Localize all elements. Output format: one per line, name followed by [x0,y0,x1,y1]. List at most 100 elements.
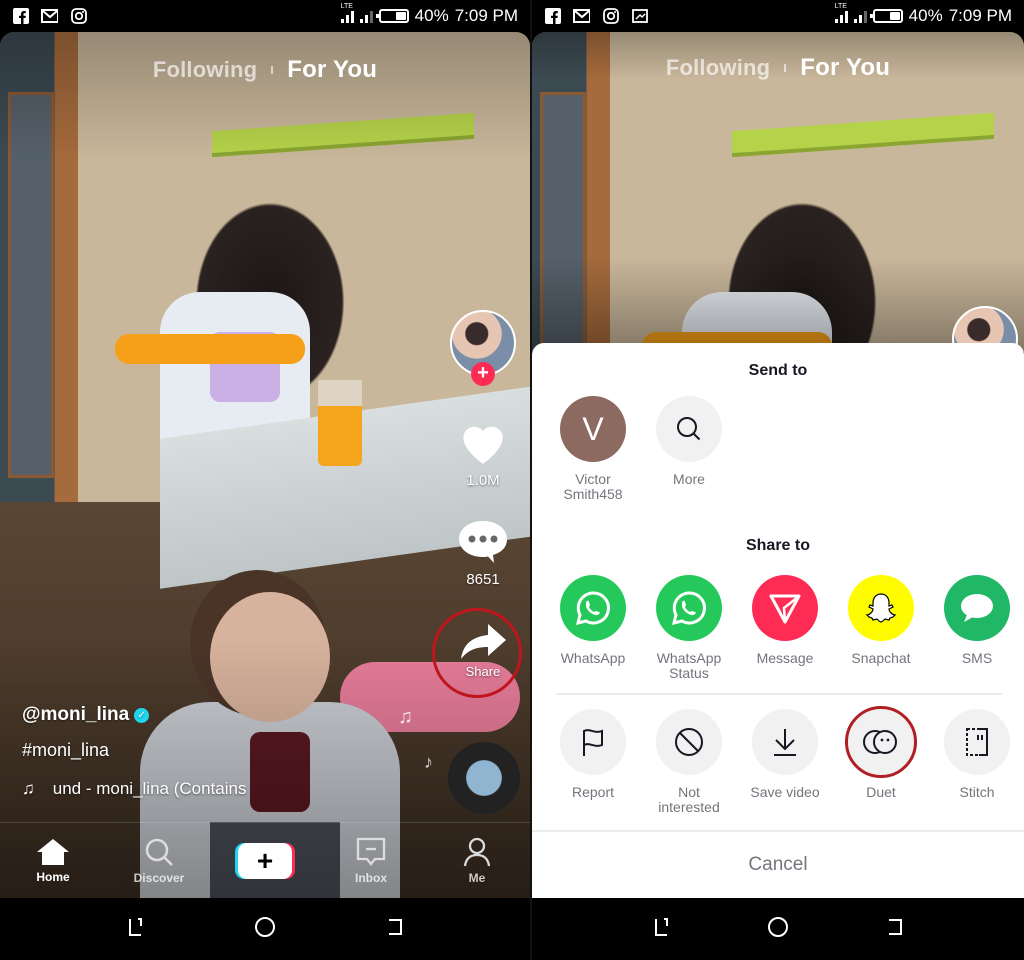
more-label: More [673,471,705,487]
video-caption: @moni_lina ✓ #moni_lina ♫ und - moni_lina … [22,704,246,799]
battery-icon [869,9,903,23]
home-icon [37,838,69,865]
nav-home[interactable]: Home [18,838,88,884]
floating-note-icon: ♪ [424,752,433,772]
contact-name-line2: Smith458 [563,486,623,502]
facebook-icon [544,8,561,25]
screen-cast-icon [631,8,648,25]
battery-percent: 40% [414,6,449,25]
share-snapchat[interactable]: Snapchat [848,575,914,681]
back-button[interactable] [384,916,406,943]
inbox-icon [356,837,386,866]
not-interested-circle [656,709,722,775]
report-circle [560,709,626,775]
tab-for-you[interactable]: For You [800,54,890,82]
lte-signal-icon: LTE [340,3,354,23]
share-message[interactable]: Message [752,575,818,681]
action-save-video[interactable]: Save video [750,709,820,815]
stitch-icon [966,728,988,756]
battery-percent: 40% [908,6,943,25]
whatsapp-label: WhatsApp [560,650,626,666]
not-interested-line2: interested [658,799,720,815]
comment-button[interactable]: 8651 [456,519,510,588]
share-sheet: Send to V Victor Smith458 More Share to W… [532,343,1024,898]
save-video-circle [752,709,818,775]
home-system-button[interactable] [767,916,789,943]
left-screen: LTE 40% 7:09 PM Following For You + 1.0M [0,0,530,960]
nav-me[interactable]: Me [442,837,512,885]
action-not-interested[interactable]: Not interested [656,709,722,815]
feed-tabs: Following For You [0,56,530,84]
share-to-row: WhatsApp WhatsApp Status Message Snapchat [542,575,1024,681]
signal-icon [853,9,867,23]
nav-inbox[interactable]: Inbox [336,837,406,885]
home-circle-icon [255,916,275,937]
recents-button[interactable] [650,916,672,943]
recents-icon [129,917,142,936]
contact-name-line1: Victor [575,471,611,487]
gmail-icon [573,8,590,25]
save-video-label: Save video [750,784,820,800]
sound-title[interactable]: und - moni_lina (Contains [53,779,247,799]
tab-following[interactable]: Following [153,57,257,83]
report-label: Report [571,784,615,800]
home-circle-icon [767,916,788,937]
whatsapp-status-line2: Status [669,665,709,681]
creator-username[interactable]: @moni_lina [22,704,129,726]
like-button[interactable]: 1.0M [456,418,510,489]
message-label: Message [756,650,814,666]
battery-icon [375,9,409,23]
tab-separator [784,64,787,72]
sms-icon [961,594,993,622]
right-screen: LTE 40% 7:09 PM Following For You Send t… [530,0,1024,960]
sms-circle [944,575,1010,641]
tab-separator [271,66,274,74]
share-whatsapp[interactable]: WhatsApp [560,575,626,681]
action-stitch[interactable]: Stitch [944,709,1010,815]
creator-avatar[interactable]: + [450,310,516,386]
back-icon [889,918,903,935]
comment-count: 8651 [466,571,500,588]
share-sms[interactable]: SMS [944,575,1010,681]
send-to-row: V Victor Smith458 More [532,396,1024,502]
clock: 7:09 PM [948,6,1012,25]
stitch-label: Stitch [959,784,995,800]
nav-create[interactable]: + [230,842,300,879]
hashtag-link[interactable]: #moni_lina [22,740,246,761]
back-icon [389,918,402,935]
whatsapp-circle [560,575,626,641]
status-bar: LTE 40% 7:09 PM [532,0,1024,32]
snapchat-label: Snapchat [851,650,911,666]
back-button[interactable] [884,916,906,943]
more-contacts-button[interactable]: More [656,396,722,502]
contact-victor[interactable]: V Victor Smith458 [560,396,626,502]
nav-me-label: Me [468,870,486,885]
create-button[interactable]: + [235,842,295,879]
nav-inbox-label: Inbox [355,870,387,885]
message-circle [752,575,818,641]
share-whatsapp-status[interactable]: WhatsApp Status [656,575,722,681]
facebook-icon [12,8,29,25]
tab-for-you[interactable]: For You [287,56,377,84]
whatsapp-status-circle [656,575,722,641]
duet-highlight-circle [845,706,917,778]
recents-button[interactable] [124,916,146,943]
action-duet[interactable]: Duet [845,706,917,815]
more-circle [656,396,722,462]
music-note-icon: ♫ [22,779,35,798]
action-report[interactable]: Report [560,709,626,815]
plus-icon: + [238,842,292,879]
nav-discover-label: Discover [133,870,185,885]
send-to-title: Send to [748,362,808,379]
home-system-button[interactable] [254,916,276,943]
follow-plus-icon[interactable]: + [471,362,495,386]
nav-discover[interactable]: Discover [124,837,194,885]
tab-following[interactable]: Following [666,55,770,81]
actions-row: Report Not interested Save video Duet St… [542,706,1024,815]
feed-tabs: Following For You [532,54,1024,82]
recents-icon [654,917,668,936]
flag-icon [583,729,603,756]
sound-disc[interactable] [448,742,520,814]
cancel-button[interactable]: Cancel [532,830,1024,898]
share-highlight-circle [432,608,522,698]
